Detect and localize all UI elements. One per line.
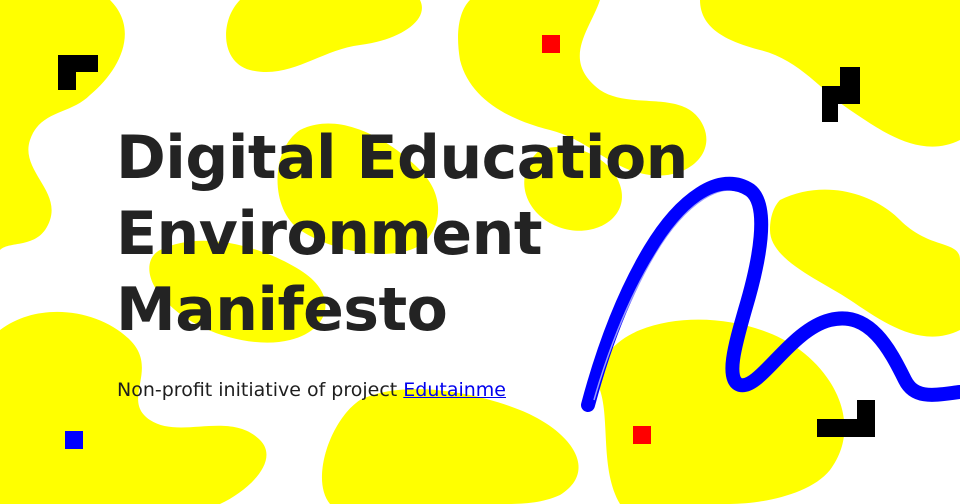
subtitle: Non-profit initiative of project Edutain… [117,376,506,404]
title-line-2: Environment [116,199,543,269]
title-line-1: Digital Education [116,123,688,193]
title-line-3: Manifesto [116,275,448,345]
hero-banner: Digital Education Environment Manifesto … [0,0,960,504]
yellow-blob [0,0,125,250]
yellow-blob [226,0,422,73]
yellow-blob [700,0,960,147]
page-title: Digital Education Environment Manifesto [116,120,688,348]
yellow-blob [321,389,579,504]
subtitle-text: Non-profit initiative of project [117,379,404,401]
yellow-blob [770,189,960,337]
edutainme-link[interactable]: Edutainme [403,379,506,401]
